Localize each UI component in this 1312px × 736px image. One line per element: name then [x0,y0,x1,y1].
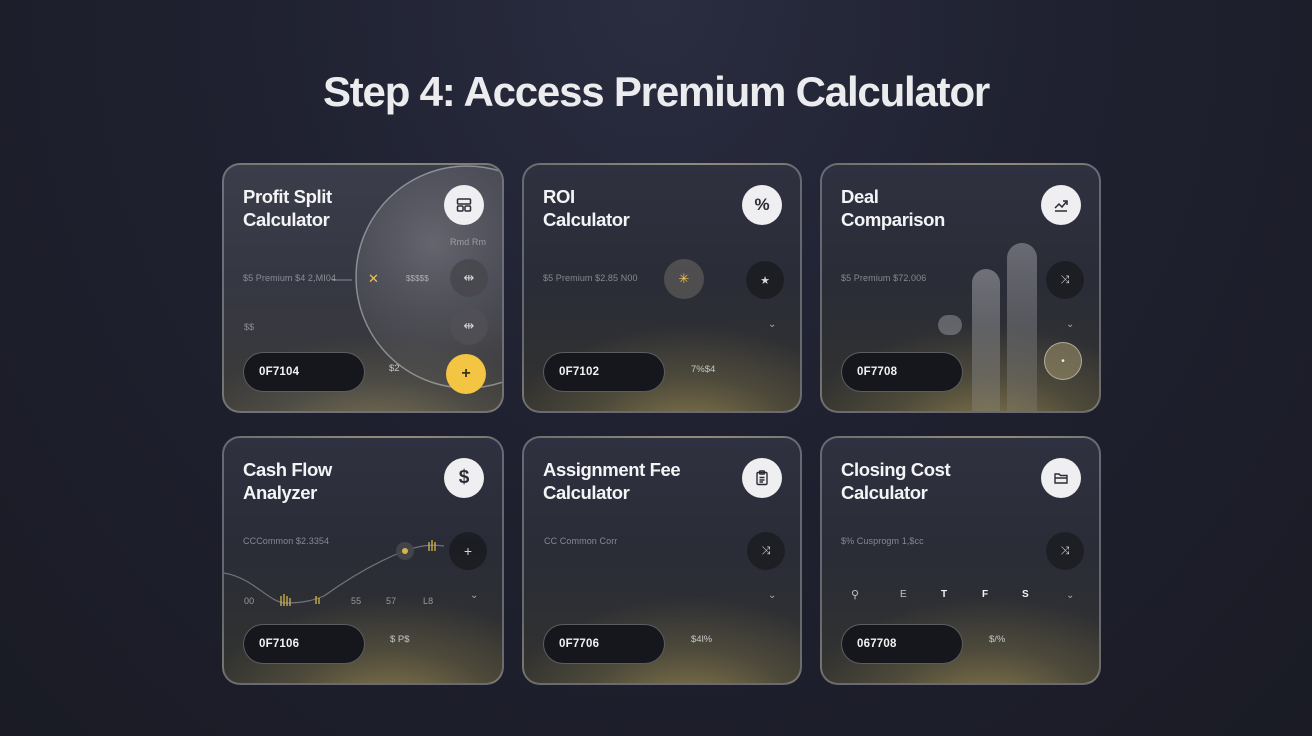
card-muted-text: $5 Premium $72.006 [841,273,927,283]
side-value: 7%$4 [691,364,716,375]
chevron-down-icon[interactable]: ⌄ [768,590,776,601]
axis-label: 00 [244,596,255,606]
deal-comparison-card[interactable]: Deal Comparison $5 Premium $72.006 ⤨ ⌄ •… [820,163,1101,413]
dial-value: $$$$$ [406,274,429,283]
swap-icon: ⤨ [1060,273,1070,286]
card-muted-text: CCCommon $2.3354 [243,536,330,546]
dot-icon: • [1061,355,1065,367]
card-title: Cash Flow Analyzer [243,459,332,503]
axis-label: L8 [423,596,434,606]
chevron-down-icon[interactable]: ⌄ [768,319,776,330]
page-title: Step 4: Access Premium Calculator [322,68,990,115]
grid-icon[interactable] [444,185,484,225]
code-pill[interactable]: 0F7708 [841,352,963,392]
add-point-button[interactable]: + [449,532,487,570]
code-pill[interactable]: 0F7102 [543,352,665,392]
side-value: $2 [389,363,400,374]
equals-icon: ⇹ [463,270,475,285]
code-pill[interactable]: 0F7104 [243,352,365,392]
side-value: $/% [989,634,1006,645]
axis-label: 55 [351,596,362,606]
card-title: ROI Calculator [543,186,630,230]
card-muted-text: CC Common Corr [544,536,618,546]
card-muted-text: $5 Premium $4 2,MI04 [243,273,337,283]
clipboard-icon[interactable] [742,458,782,498]
bar-decoration [1007,243,1037,411]
sparkle-icon: ✳ [678,271,690,286]
adjust-button-2[interactable]: ⇹ [450,307,488,345]
add-button[interactable]: + [446,354,486,394]
plus-icon: + [461,365,471,382]
weekday-label[interactable]: S [1022,589,1029,600]
assignment-fee-calculator-card[interactable]: Assignment Fee Calculator CC Common Corr… [522,436,802,685]
chevron-down-icon[interactable]: ⌄ [470,590,478,601]
axis-label: 57 [386,596,397,606]
plus-icon: + [463,543,473,559]
card-title: Closing Cost Calculator [841,459,951,503]
weekday-label[interactable]: T [941,589,947,600]
code-pill[interactable]: 0F7106 [243,624,365,664]
close-mark-icon: ✕ [368,271,379,286]
toggle-knob[interactable]: • [1044,342,1082,380]
lock-icon: ⚲ [851,589,860,601]
chevron-down-icon[interactable]: ⌄ [1066,590,1074,601]
weekday-label[interactable]: E [900,589,907,600]
equals-icon: ⇹ [463,318,475,333]
card-muted-text: $5 Premium $2.85 N00 [543,273,638,283]
adjust-button-1[interactable]: ⇹ [450,259,488,297]
star-icon: ★ [760,274,770,287]
cash-flow-analyzer-card[interactable]: Cash Flow Analyzer $ CCCommon $2.3354 + … [222,436,504,685]
swap-button[interactable]: ⤨ [747,532,785,570]
swap-button[interactable]: ⤨ [1046,532,1084,570]
percent-icon[interactable]: % [742,185,782,225]
code-pill[interactable]: 067708 [841,624,963,664]
star-button[interactable]: ★ [746,261,784,299]
closing-cost-calculator-card[interactable]: Closing Cost Calculator $% Cusprogm 1,$c… [820,436,1101,685]
bar-decoration [938,315,962,335]
roi-calculator-card[interactable]: ROI Calculator % $5 Premium $2.85 N00 ✳ … [522,163,802,413]
side-value: $4l% [691,634,713,645]
card-title: Deal Comparison [841,186,945,230]
profit-split-calculator-card[interactable]: Profit Split Calculator Rmd Rm $5 Premiu… [222,163,504,413]
swap-icon: ⤨ [1060,544,1070,557]
folder-icon[interactable] [1041,458,1081,498]
compare-button[interactable]: ⤨ [1046,261,1084,299]
card-muted-text: $% Cusprogm 1,$cc [841,536,924,546]
bar-decoration [972,269,1000,411]
weekday-label[interactable]: F [982,589,988,600]
chart-icon[interactable] [1041,185,1081,225]
card-title: Profit Split Calculator [243,186,332,230]
side-mark: $$ [244,322,255,332]
code-pill[interactable]: 0F7706 [543,624,665,664]
chevron-down-icon[interactable]: ⌄ [1066,319,1074,330]
sparkle-button[interactable]: ✳ [664,259,704,299]
dollar-icon[interactable]: $ [444,458,484,498]
slider-label: Rmd Rm [450,237,487,247]
swap-icon: ⤨ [761,544,771,557]
card-title: Assignment Fee Calculator [543,459,681,503]
side-value: $ P$ [390,634,410,645]
